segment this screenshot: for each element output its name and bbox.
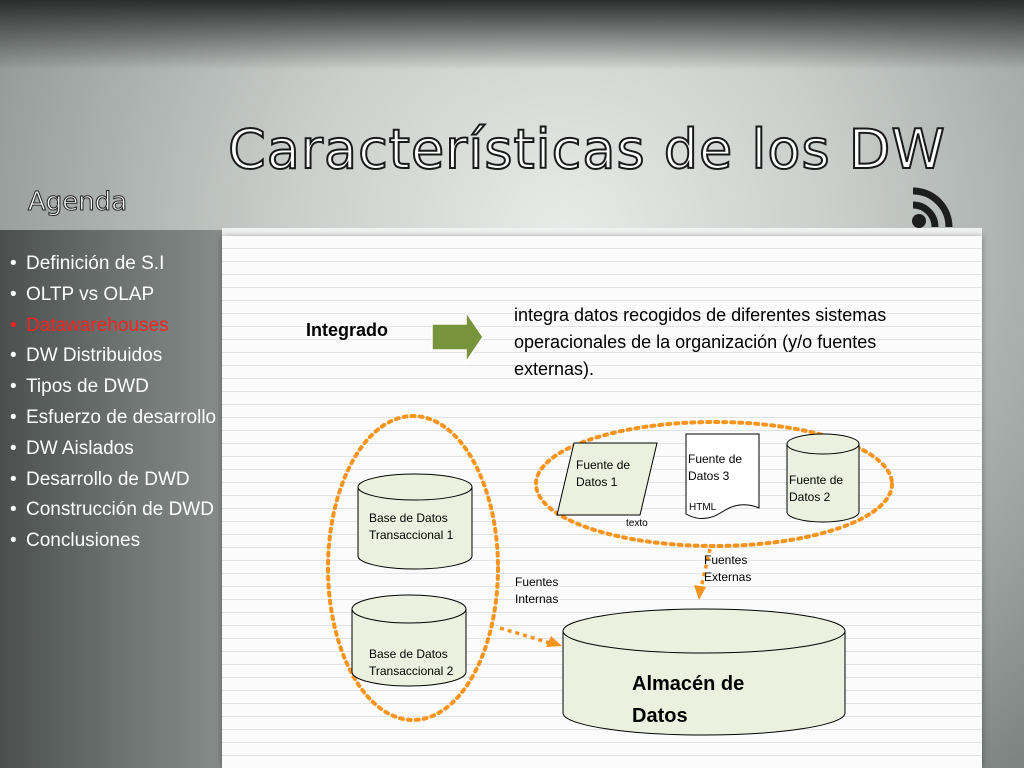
warehouse-label: Almacén de Datos xyxy=(632,673,745,727)
source-3-label: Fuente de Datos 3 xyxy=(688,452,743,483)
term-description: integra datos recogidos de diferentes si… xyxy=(514,305,887,379)
source-3-tag: HTML xyxy=(689,502,717,513)
diagram-canvas xyxy=(326,309,894,736)
right-arrow-icon xyxy=(431,309,484,365)
internal-flow-arrow xyxy=(499,626,562,647)
source-2-label: Fuente de Datos 2 xyxy=(789,473,844,504)
source-1-label: Fuente de Datos 1 xyxy=(576,458,631,489)
db1-label: Base de Datos Transaccional 1 xyxy=(369,511,454,542)
db2-label: Base de Datos Transaccional 2 xyxy=(369,647,454,678)
internal-sources-label: Fuentes Internas xyxy=(515,575,559,606)
external-sources-label: Fuentes Externas xyxy=(704,553,752,584)
source-1-tag: texto xyxy=(626,518,648,529)
